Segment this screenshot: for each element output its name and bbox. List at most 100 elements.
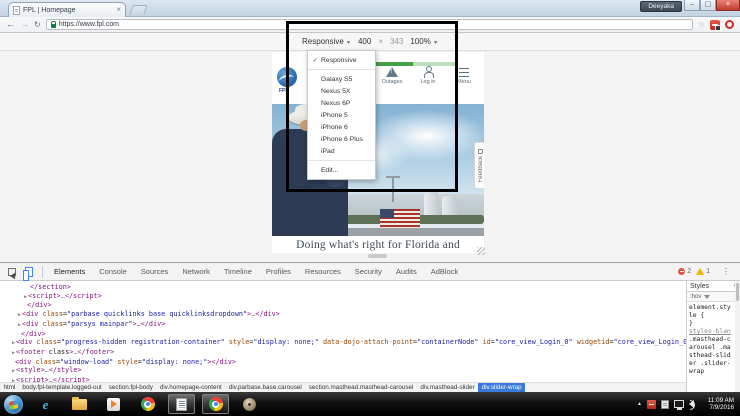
warning-count[interactable]: 1 <box>706 268 710 275</box>
new-tab-button[interactable] <box>129 5 148 15</box>
tray-volume-icon[interactable] <box>689 400 695 410</box>
dom-node-line[interactable]: ▶<footer class>…</footer> <box>0 348 686 358</box>
devtools-tab-console[interactable]: Console <box>92 263 134 280</box>
breadcrumb-div.slider-wrap[interactable]: div.slider-wrap <box>478 383 526 392</box>
breadcrumb-section.fpl-body[interactable]: section.fpl-body <box>105 383 156 392</box>
dom-node-line[interactable]: ▶<div class="parsys mainpar">…</div> <box>0 320 686 330</box>
dom-node-line[interactable]: ▶<script>…</script> <box>0 292 686 302</box>
menu-item-iphone-6-plus[interactable]: iPhone 6 Plus <box>308 133 375 145</box>
reload-icon[interactable]: ↻ <box>34 20 41 29</box>
nav-item-menu[interactable]: Menu <box>446 65 482 85</box>
tab-close-icon[interactable]: × <box>116 6 121 14</box>
breadcrumb-html[interactable]: html <box>0 383 19 392</box>
breadcrumb-div.masthead-slider[interactable]: div.masthead-slider <box>417 383 478 392</box>
breadcrumb-body.fpl-template.logged-out[interactable]: body.fpl-template.logged-out <box>19 383 105 392</box>
taskbar-button-explorer-folder-icon[interactable] <box>66 394 93 414</box>
viewport-resize-handle[interactable] <box>368 254 387 258</box>
minimize-button[interactable]: – <box>684 0 700 11</box>
tab-styles[interactable]: Styles <box>690 283 709 290</box>
tray-network-icon[interactable] <box>674 400 684 410</box>
adblock-extension-icon[interactable] <box>710 19 721 31</box>
dom-node-line[interactable]: <div class="window-load" style="display:… <box>0 358 686 367</box>
warning-icon[interactable] <box>696 268 705 275</box>
dom-node-line[interactable]: </section> <box>0 283 686 292</box>
viewport-corner-resize-handle[interactable] <box>477 247 485 255</box>
fpl-logo[interactable] <box>277 67 297 87</box>
error-icon[interactable] <box>678 268 686 275</box>
devtools-tab-timeline[interactable]: Timeline <box>217 263 259 280</box>
dom-node-line[interactable]: </div> <box>0 330 686 339</box>
expand-arrow-icon[interactable]: ▶ <box>12 339 15 348</box>
nav-item-log-in[interactable]: Log in <box>410 65 446 85</box>
devtools-tab-profiles[interactable]: Profiles <box>259 263 298 280</box>
devtools-tab-elements[interactable]: Elements <box>47 263 92 280</box>
forward-icon[interactable]: → <box>20 20 29 29</box>
dom-node-line[interactable]: </div> <box>0 301 686 310</box>
menu-item-iphone-5[interactable]: iPhone 5 <box>308 109 375 121</box>
expand-arrow-icon[interactable]: ▶ <box>18 321 21 330</box>
taskbar-button-wordpad-icon[interactable] <box>168 394 195 414</box>
menu-item-responsive[interactable]: ✓ Responsive <box>308 54 375 66</box>
stylesheet-link[interactable]: styles-blan <box>689 328 731 336</box>
device-toolbar-toggle-icon[interactable] <box>23 266 33 281</box>
taskbar-clock[interactable]: 11:09 AM 7/9/2016 <box>702 397 736 412</box>
pseudo-state-toggle[interactable]: :hov <box>690 294 701 300</box>
breadcrumb-section.masthead.masthead-carousel[interactable]: section.masthead.masthead-carousel <box>305 383 417 392</box>
inspect-element-icon[interactable] <box>8 267 16 276</box>
address-bar[interactable]: https://www.fpl.com <box>45 19 693 30</box>
tray-expand-icon[interactable]: ▲ <box>637 401 642 407</box>
menu-item-nexus-6p[interactable]: Nexus 6P <box>308 97 375 109</box>
expand-arrow-icon[interactable]: ▶ <box>12 367 15 376</box>
start-button-icon[interactable] <box>4 394 23 414</box>
devtools-tab-audits[interactable]: Audits <box>389 263 424 280</box>
crane <box>387 176 398 202</box>
menu-item-edit[interactable]: Edit... <box>308 164 375 176</box>
bookmark-star-icon[interactable]: ☆ <box>698 20 705 29</box>
nav-item-outages[interactable]: Outages <box>374 65 410 85</box>
taskbar-button-media-player-icon[interactable] <box>100 394 127 414</box>
error-count[interactable]: 2 <box>687 268 691 275</box>
devtools-menu-icon[interactable]: ⋮ <box>722 267 730 276</box>
tray-document-icon[interactable] <box>661 399 669 409</box>
menu-item-iphone-6[interactable]: iPhone 6 <box>308 121 375 133</box>
zoom-select[interactable]: 100% ▼ <box>410 37 438 46</box>
maximize-button[interactable]: ▢ <box>700 0 716 11</box>
browser-tab[interactable]: FPL | Homepage × <box>8 2 126 17</box>
expand-arrow-icon[interactable]: ▶ <box>12 349 15 358</box>
styles-scrollbar[interactable] <box>735 281 740 392</box>
device-type-select[interactable]: Responsive ▼ <box>302 37 351 46</box>
devtools-tab-network[interactable]: Network <box>175 263 217 280</box>
devtools-tab-sources[interactable]: Sources <box>134 263 176 280</box>
devtools-tab-security[interactable]: Security <box>348 263 389 280</box>
menu-item-nexus-5x[interactable]: Nexus 5X <box>308 85 375 97</box>
dom-node-line[interactable]: ▶<div class="parbase quicklinks base qui… <box>0 310 686 320</box>
back-icon[interactable]: ← <box>6 20 15 29</box>
dom-node-line[interactable]: ▶<div class="progress-hidden registratio… <box>0 338 686 348</box>
taskbar-button-paint-icon[interactable] <box>236 394 263 414</box>
taskbar-button-chrome-icon[interactable] <box>202 394 229 414</box>
css-selector[interactable]: .masthead-carousel .masthead-slider .sli… <box>689 336 731 376</box>
menu-item-galaxy-s5[interactable]: Galaxy S5 <box>308 73 375 85</box>
close-button[interactable]: × <box>716 0 740 11</box>
viewport-width-input[interactable]: 400 <box>358 37 371 46</box>
profile-button[interactable]: Deeyaka <box>640 1 682 12</box>
menu-item-label: iPhone 5 <box>321 111 348 119</box>
taskbar-button-chrome-icon[interactable] <box>134 394 161 414</box>
extension-o-icon[interactable] <box>725 20 734 29</box>
dom-node-line[interactable]: ▶<style>…</style> <box>0 366 686 376</box>
menu-item-ipad[interactable]: iPad <box>308 145 375 157</box>
element-style-rule[interactable]: element.style { <box>689 304 731 320</box>
taskbar-button-ie-icon[interactable]: e <box>32 394 59 414</box>
url-text[interactable]: https://www.fpl.com <box>59 21 688 28</box>
breadcrumb-div.parbase.base.carousel[interactable]: div.parbase.base.carousel <box>225 383 305 392</box>
viewport-height-input[interactable]: 343 <box>390 37 403 46</box>
tray-adblock-icon[interactable] <box>647 399 656 409</box>
devtools-tab-resources[interactable]: Resources <box>298 263 348 280</box>
devtools-tab-adblock[interactable]: AdBlock <box>424 263 466 280</box>
expand-arrow-icon[interactable]: ▶ <box>24 293 27 302</box>
breadcrumb-div.homepage-content[interactable]: div.homepage-content <box>156 383 225 392</box>
expand-arrow-icon[interactable]: ▶ <box>18 311 21 320</box>
scrollbar-thumb[interactable] <box>736 283 739 301</box>
feedback-tab[interactable]: Feedback <box>474 142 484 189</box>
filter-funnel-icon[interactable] <box>704 294 711 299</box>
